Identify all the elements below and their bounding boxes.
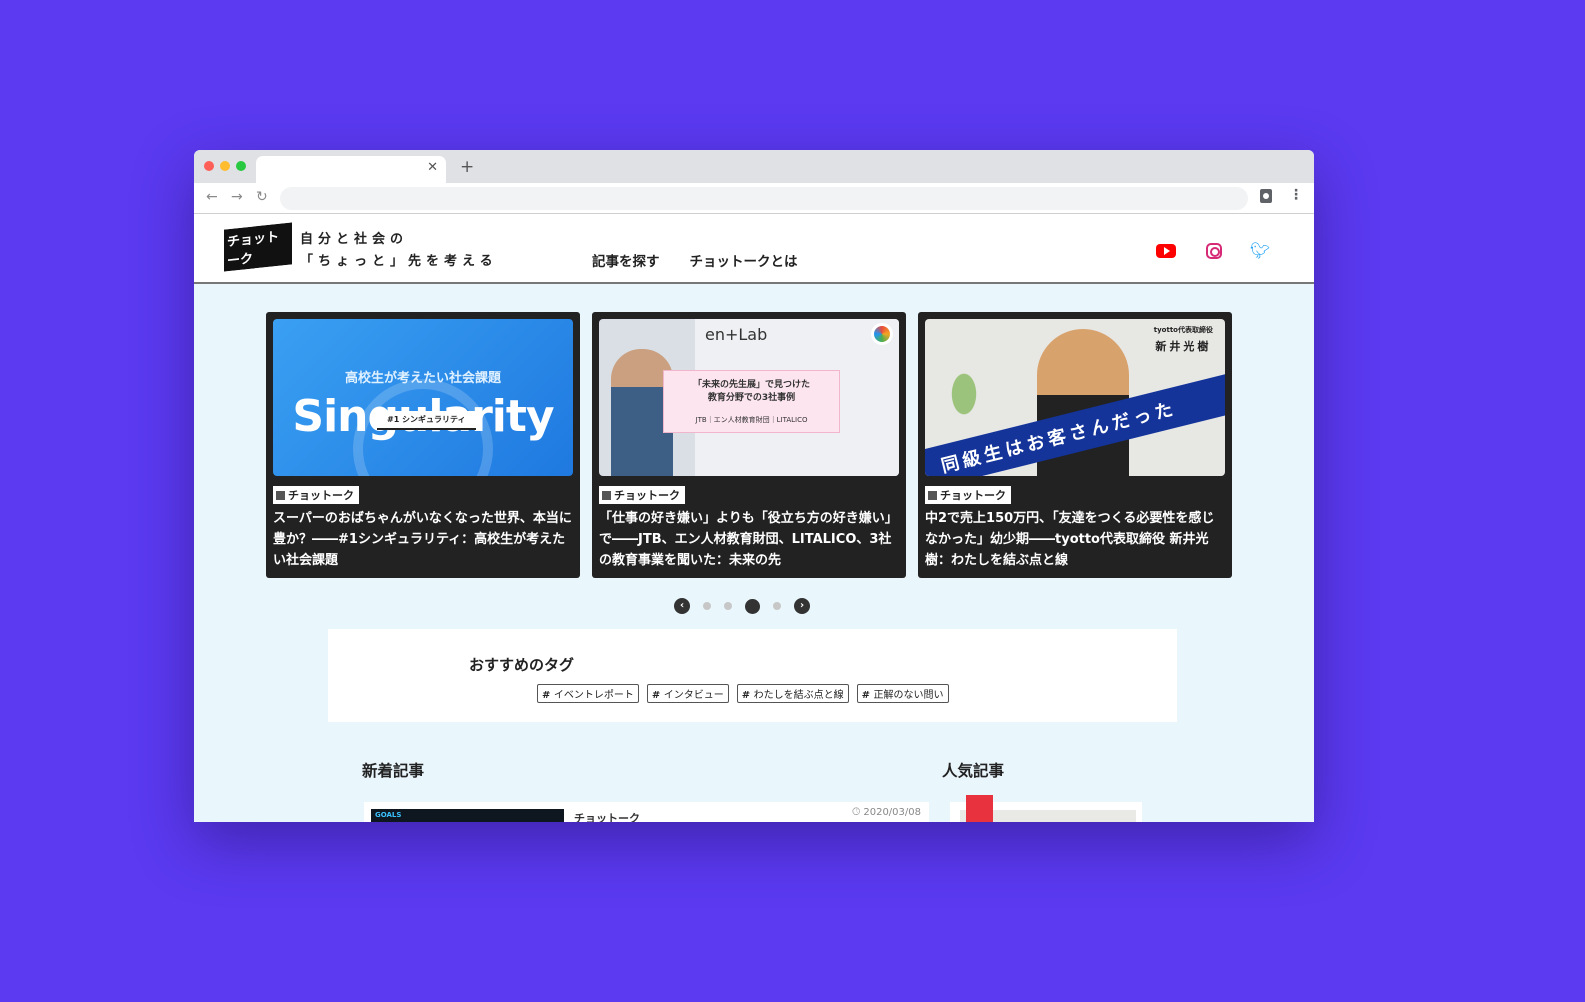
logo-text: チョットーク <box>222 220 294 274</box>
youtube-icon[interactable] <box>1156 244 1176 258</box>
tag-no-right-answer[interactable]: 正解のない問い <box>856 684 949 703</box>
minimize-window-button[interactable] <box>220 161 230 171</box>
tag-interview[interactable]: インタビュー <box>646 684 729 703</box>
popular-post-item[interactable] <box>950 795 1142 822</box>
forward-icon[interactable]: → <box>231 189 243 205</box>
browser-window: ✕ + ← → ↻ ⋮ チョットーク 自分と社会の 「ちょっと」先を考える 記事… <box>194 150 1314 822</box>
category-icon <box>602 490 611 500</box>
site-header: チョットーク 自分と社会の 「ちょっと」先を考える 記事を探す チョットークとは… <box>194 214 1314 284</box>
more-menu-icon[interactable]: ⋮ <box>1289 187 1303 203</box>
card-category[interactable]: チョットーク <box>925 486 1011 504</box>
pager-dot-2[interactable] <box>724 602 732 610</box>
tagline-line-1: 自分と社会の <box>300 232 409 247</box>
next-arrow-icon[interactable]: › <box>794 598 810 614</box>
sign-line-1: 「未来の先生展」で見つけた <box>692 380 810 390</box>
twitter-icon[interactable]: 🐦︎ <box>1250 241 1270 260</box>
sign-small: JTB｜エン人材教育財団｜LITALICO <box>695 416 808 424</box>
pager-dot-1[interactable] <box>703 602 711 610</box>
tag-list: イベントレポート インタビュー わたしを結ぶ点と線 正解のない問い <box>537 684 949 703</box>
new-tab-icon[interactable]: + <box>460 157 474 177</box>
global-nav: 記事を探す チョットークとは <box>592 250 798 270</box>
rank-ribbon <box>966 795 993 822</box>
category-icon <box>928 490 937 500</box>
thumb-label: GOALS <box>375 811 402 819</box>
post-date: 🕓︎ 2020/03/08 <box>852 807 921 818</box>
close-window-button[interactable] <box>204 161 214 171</box>
tag-dots-and-lines[interactable]: わたしを結ぶ点と線 <box>736 684 849 703</box>
new-posts-title: 新着記事 <box>362 762 425 780</box>
carousel-card[interactable]: en+Lab 「未来の先生展」で見つけた 教育分野での3社事例 JTB｜エン人材… <box>592 312 906 578</box>
category-label: チョットーク <box>288 489 354 502</box>
site-logo[interactable]: チョットーク <box>222 220 294 274</box>
pager-dot-3[interactable] <box>745 598 760 614</box>
card-category[interactable]: チョットーク <box>599 486 685 504</box>
featured-carousel: 高校生が考えたい社会課題 Singularity #1 シンギュラリティ チョッ… <box>266 312 1232 578</box>
tab-strip: ✕ + <box>194 150 1314 183</box>
browser-toolbar: ← → ↻ ⋮ <box>194 183 1314 214</box>
image-tag: #1 シンギュラリティ <box>377 411 476 430</box>
card-category[interactable]: チョットーク <box>273 486 359 504</box>
new-post-item[interactable]: GOALS チョットーク 🕓︎ 2020/03/08 <box>364 802 929 822</box>
board-text: en+Lab <box>705 325 768 344</box>
card-title[interactable]: スーパーのおばちゃんがいなくなった世界、本当に豊か？――#1シンギュラリティ：高… <box>273 508 573 571</box>
carousel-pager: ‹ › <box>674 598 810 614</box>
carousel-card[interactable]: 高校生が考えたい社会課題 Singularity #1 シンギュラリティ チョッ… <box>266 312 580 578</box>
sign-line-2: 教育分野での3社事例 <box>707 393 796 403</box>
maximize-window-button[interactable] <box>236 161 246 171</box>
tag-event-report[interactable]: イベントレポート <box>537 684 639 703</box>
nav-about[interactable]: チョットークとは <box>690 250 798 270</box>
pager-dot-4[interactable] <box>773 602 781 610</box>
reload-icon[interactable]: ↻ <box>256 189 268 205</box>
image-name-plate: tyotto代表取締役 新井光樹 <box>1154 325 1213 354</box>
back-icon[interactable]: ← <box>206 189 218 205</box>
image-name: 新井光樹 <box>1155 340 1212 353</box>
date-text: 2020/03/08 <box>863 807 921 818</box>
carousel-card[interactable]: tyotto代表取締役 新井光樹 同級生はお客さんだった チョットーク 中2で売… <box>918 312 1232 578</box>
category-label: チョットーク <box>940 489 1006 502</box>
extension-icon[interactable] <box>1260 189 1272 203</box>
post-category[interactable]: チョットーク <box>574 810 640 822</box>
nav-search-articles[interactable]: 記事を探す <box>592 250 660 270</box>
card-title[interactable]: 「仕事の好き嫌い」よりも「役立ち方の好き嫌い」で――JTB、エン人材教育財団、L… <box>599 508 899 571</box>
card-image: en+Lab 「未来の先生展」で見つけた 教育分野での3社事例 JTB｜エン人材… <box>599 319 899 476</box>
browser-tab[interactable]: ✕ <box>256 156 446 183</box>
card-image: tyotto代表取締役 新井光樹 同級生はお客さんだった <box>925 319 1225 476</box>
post-thumbnail: GOALS <box>371 809 564 822</box>
close-tab-icon[interactable]: ✕ <box>427 160 438 175</box>
image-sign: 「未来の先生展」で見つけた 教育分野での3社事例 JTB｜エン人材教育財団｜LI… <box>663 370 840 433</box>
tags-title: おすすめのタグ <box>469 656 575 674</box>
category-icon <box>276 490 285 500</box>
image-subtitle: 高校生が考えたい社会課題 <box>344 371 501 386</box>
address-bar[interactable] <box>280 187 1248 210</box>
card-title[interactable]: 中2で売上150万円、「友達をつくる必要性を感じなかった」幼少期――tyotto… <box>925 508 1225 571</box>
category-label: チョットーク <box>614 489 680 502</box>
site-tagline: 自分と社会の 「ちょっと」先を考える <box>300 229 498 273</box>
popular-posts-title: 人気記事 <box>942 762 1005 780</box>
card-image: 高校生が考えたい社会課題 Singularity #1 シンギュラリティ <box>273 319 573 476</box>
tagline-line-2: 「ちょっと」先を考える <box>300 254 498 269</box>
instagram-icon[interactable] <box>1206 243 1222 259</box>
image-logo <box>871 323 893 345</box>
prev-arrow-icon[interactable]: ‹ <box>674 598 690 614</box>
recommended-tags: おすすめのタグ イベントレポート インタビュー わたしを結ぶ点と線 正解のない問… <box>328 629 1177 722</box>
window-controls <box>204 161 246 171</box>
image-role: tyotto代表取締役 <box>1153 326 1213 334</box>
